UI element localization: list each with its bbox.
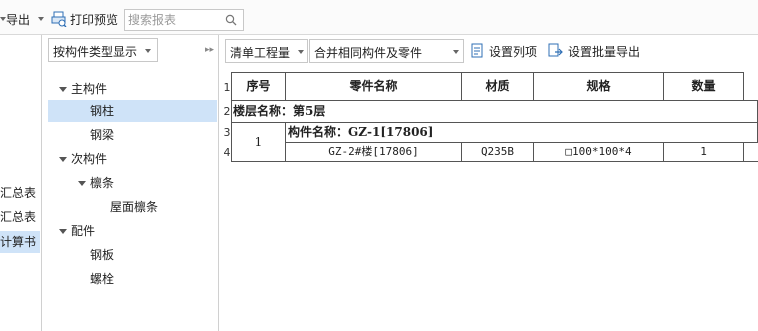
tree-node-label: 钢板 bbox=[90, 248, 115, 262]
collapse-panel-icon[interactable]: ▸▸ bbox=[205, 45, 214, 55]
col-header-part-name[interactable]: 零件名称 bbox=[286, 73, 462, 101]
tree-node-steel-beam[interactable]: 钢梁 bbox=[48, 124, 217, 146]
print-preview-button[interactable]: 打印预览 bbox=[70, 12, 118, 28]
list-mode-select[interactable]: 清单工程量 bbox=[225, 39, 308, 63]
batch-export-icon[interactable] bbox=[548, 43, 564, 62]
report-grid: 1 2 3 4 序号 零件名称 材质 规格 数量 楼层名称：第5层 1 构件名称… bbox=[222, 72, 758, 331]
tree-node-label: 主构件 bbox=[71, 82, 108, 96]
expand-triangle-icon[interactable] bbox=[59, 229, 67, 234]
tree-node-label: 檩条 bbox=[90, 176, 115, 190]
set-columns-button[interactable]: 设置列项 bbox=[489, 44, 537, 60]
tree-node-steel-column[interactable]: 钢柱 bbox=[48, 100, 217, 122]
chevron-down-icon bbox=[453, 50, 459, 54]
expand-triangle-icon[interactable] bbox=[59, 157, 67, 162]
report-item-label: 汇总表 bbox=[0, 210, 37, 224]
tree-node-label: 配件 bbox=[71, 224, 96, 238]
tree-node-secondary-member[interactable]: 次构件 bbox=[48, 148, 217, 170]
set-columns-icon[interactable] bbox=[471, 43, 485, 62]
tree-node-label: 钢梁 bbox=[90, 128, 115, 142]
tree-node-label: 次构件 bbox=[71, 152, 108, 166]
tree-node-steel-plate[interactable]: 钢板 bbox=[48, 244, 217, 266]
display-mode-value: 按构件类型显示 bbox=[53, 45, 138, 59]
tree-node-accessories[interactable]: 配件 bbox=[48, 220, 217, 242]
report-item-label: 计算书 bbox=[0, 235, 37, 249]
list-mode-value: 清单工程量 bbox=[230, 46, 291, 60]
expand-triangle-icon[interactable] bbox=[78, 181, 86, 186]
tree-node-label: 屋面檩条 bbox=[110, 200, 159, 214]
tree-node-main-member[interactable]: 主构件 bbox=[48, 78, 217, 100]
tree-node-bolt[interactable]: 螺栓 bbox=[48, 268, 217, 290]
col-header-quantity[interactable]: 数量 bbox=[664, 73, 744, 101]
report-item-summary-2[interactable]: 汇总表 bbox=[0, 206, 40, 228]
cell-spec[interactable]: □100*100*4 bbox=[534, 143, 664, 162]
report-category-panel: 汇总表 汇总表 计算书 bbox=[0, 35, 42, 331]
search-box[interactable] bbox=[124, 9, 244, 31]
tree-node-purlin[interactable]: 檩条 bbox=[48, 172, 217, 194]
cell-part-name[interactable]: GZ-2#楼[17806] bbox=[286, 143, 462, 162]
tree-node-roof-purlin[interactable]: 屋面檩条 bbox=[48, 196, 217, 218]
report-item-summary-1[interactable]: 汇总表 bbox=[0, 182, 40, 204]
merge-mode-value: 合并相同构件及零件 bbox=[314, 46, 423, 60]
row-filler bbox=[744, 143, 758, 162]
cell-material[interactable]: Q235B bbox=[462, 143, 534, 162]
search-input[interactable] bbox=[125, 10, 224, 29]
display-mode-select[interactable]: 按构件类型显示 bbox=[48, 38, 158, 62]
merge-mode-select[interactable]: 合并相同构件及零件 bbox=[309, 39, 464, 63]
export-button[interactable]: 导出 bbox=[6, 12, 30, 28]
chevron-down-icon bbox=[145, 49, 151, 53]
col-header-material[interactable]: 材质 bbox=[462, 73, 534, 101]
tree-node-label: 螺栓 bbox=[90, 272, 115, 286]
col-header-spec[interactable]: 规格 bbox=[534, 73, 664, 101]
print-preview-icon[interactable] bbox=[51, 11, 67, 28]
cell-index[interactable]: 1 bbox=[232, 123, 286, 162]
chevron-down-icon bbox=[298, 50, 304, 54]
expand-triangle-icon[interactable] bbox=[59, 87, 67, 92]
floor-group-row[interactable]: 楼层名称：第5层 bbox=[232, 101, 758, 123]
batch-export-button[interactable]: 设置批量导出 bbox=[568, 44, 640, 60]
report-item-calc-book[interactable]: 计算书 bbox=[0, 231, 40, 253]
tree-node-label: 钢柱 bbox=[90, 104, 115, 118]
search-icon[interactable] bbox=[225, 14, 237, 29]
export-caret-icon[interactable] bbox=[38, 17, 44, 21]
header-filler bbox=[744, 72, 758, 101]
top-toolbar: 导出 打印预览 bbox=[0, 0, 758, 35]
col-header-index[interactable]: 序号 bbox=[232, 73, 286, 101]
report-item-label: 汇总表 bbox=[0, 186, 37, 200]
member-group-row[interactable]: 构件名称：GZ-1[17806] bbox=[286, 123, 758, 143]
cell-quantity[interactable]: 1 bbox=[664, 143, 744, 162]
